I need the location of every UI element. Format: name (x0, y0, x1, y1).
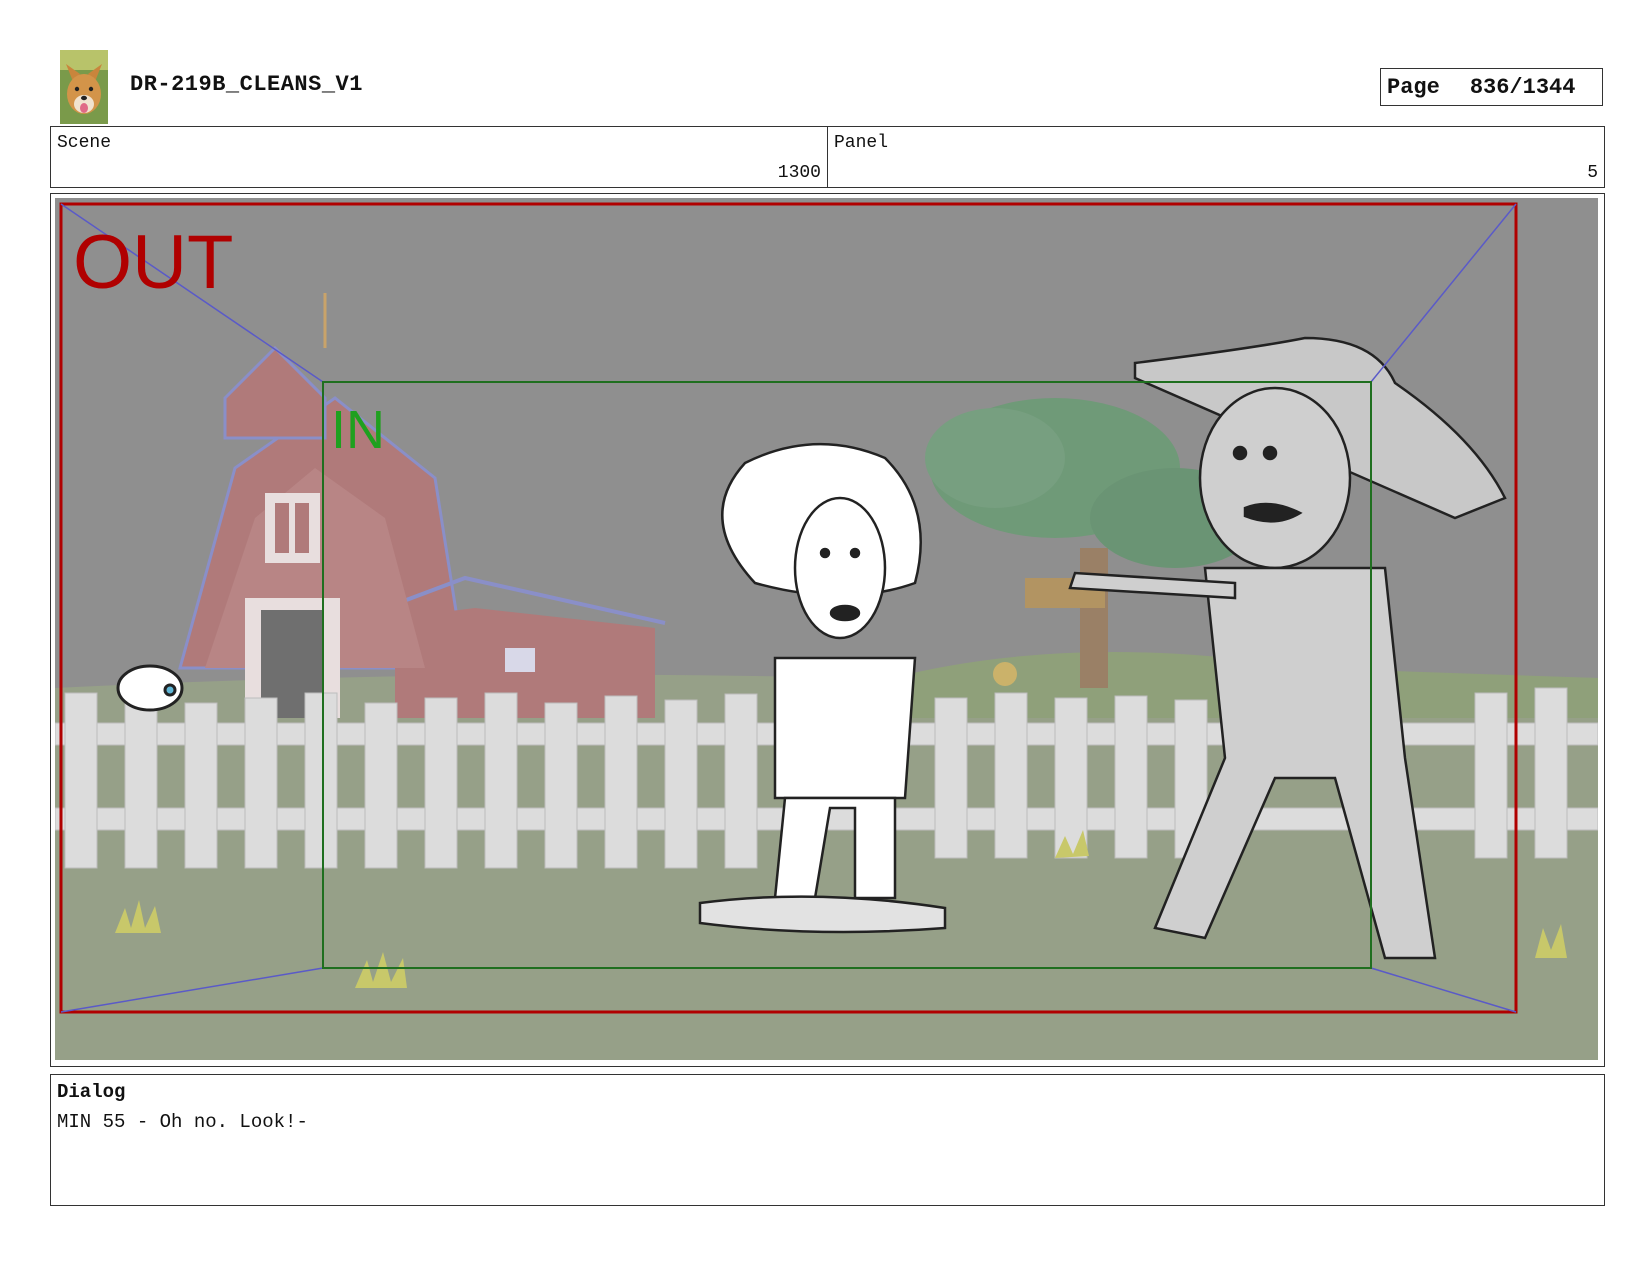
creature-figure (116, 664, 184, 712)
dog-logo-image (60, 50, 108, 124)
dialog-box: Dialog MIN 55 - Oh no. Look!- (50, 1074, 1605, 1206)
document-title: DR-219B_CLEANS_V1 (130, 72, 363, 97)
scene-cell: Scene 1300 (51, 127, 827, 187)
page-number: 836/1344 (1469, 74, 1576, 100)
page-indicator: Page 836/1344 (1380, 68, 1603, 106)
storyboard-frame: OUT IN (50, 193, 1605, 1067)
scene-number: 1300 (777, 163, 821, 183)
panel-number: 5 (1587, 163, 1598, 183)
dialog-label: Dialog (57, 1081, 126, 1103)
storyboard-panel-image: OUT IN (55, 198, 1598, 1060)
in-label: IN (331, 400, 385, 460)
scene-panel-row: Scene 1300 Panel 5 (50, 126, 1605, 188)
out-label: OUT (73, 220, 233, 305)
panel-label: Panel (834, 133, 889, 153)
scene-label: Scene (57, 133, 112, 153)
page-label: Page (1387, 74, 1440, 100)
panel-cell: Panel 5 (827, 127, 1604, 187)
dialog-text: MIN 55 - Oh no. Look!- (57, 1111, 308, 1133)
